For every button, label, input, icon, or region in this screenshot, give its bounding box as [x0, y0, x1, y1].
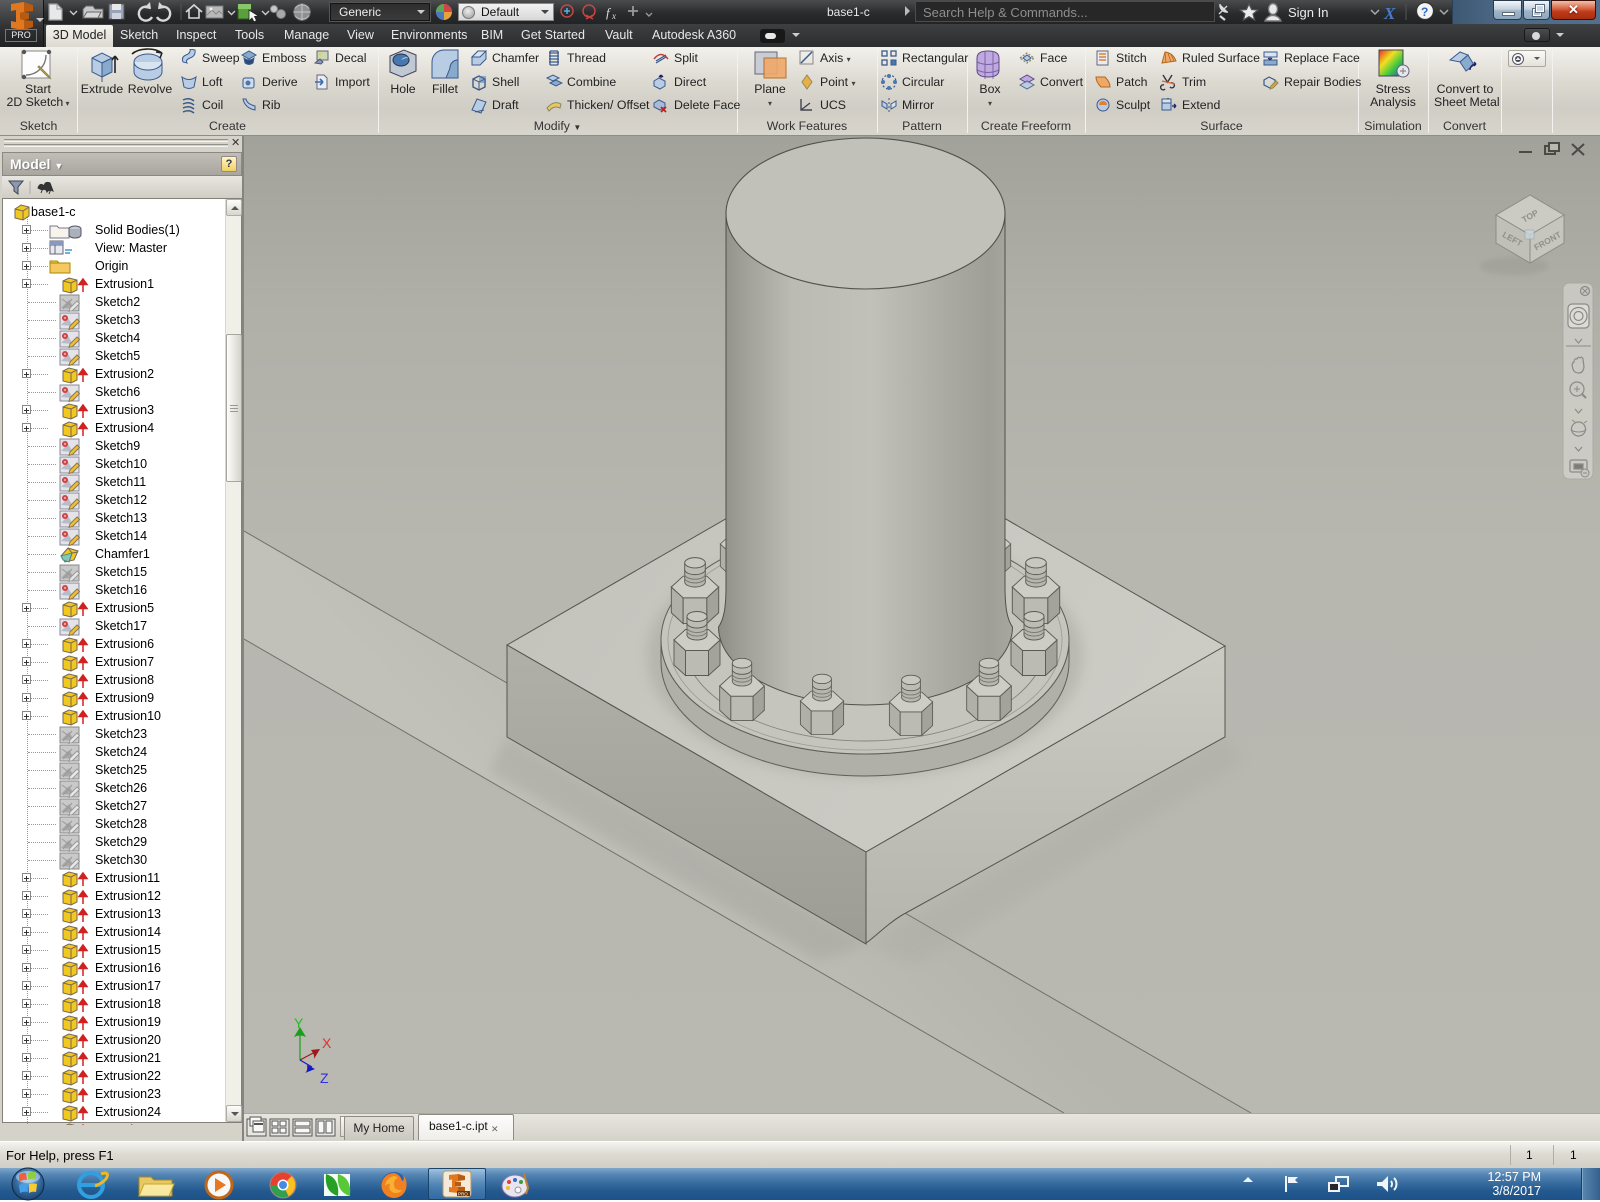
svg-text:Z: Z — [320, 1070, 329, 1086]
svg-text:Sign In: Sign In — [1288, 5, 1328, 20]
svg-text:X: X — [1383, 4, 1396, 23]
svg-text:x: x — [611, 11, 616, 21]
svg-text:?: ? — [1421, 5, 1428, 19]
svg-text:Y: Y — [294, 1015, 304, 1031]
svg-text:X: X — [322, 1035, 332, 1051]
svg-text:PRO: PRO — [458, 1192, 468, 1197]
